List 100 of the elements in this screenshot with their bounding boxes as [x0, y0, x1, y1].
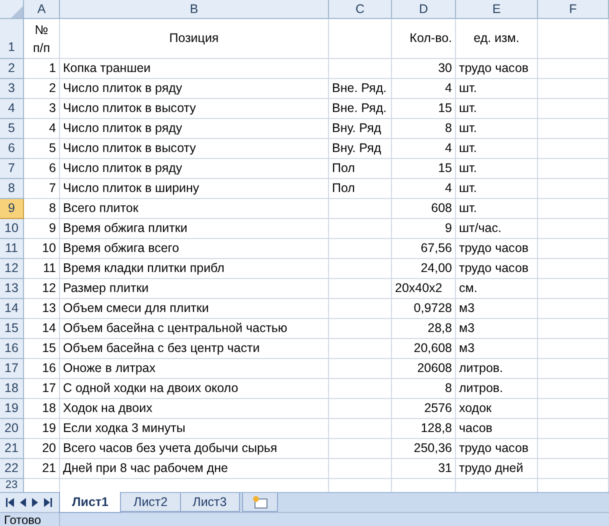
- table-cell-text: Вне. Ряд.: [332, 100, 387, 118]
- table-cell-text: трудо часов: [459, 260, 529, 278]
- table-cell-text: 12: [42, 280, 56, 298]
- table-cell: 31: [392, 459, 456, 479]
- column-header[interactable]: D: [392, 0, 456, 19]
- row-header[interactable]: 9: [0, 199, 24, 219]
- table-cell: 8: [392, 119, 456, 139]
- table-cell-text: Время обжига всего: [63, 240, 180, 258]
- next-sheet-icon[interactable]: [32, 498, 38, 507]
- table-cell-text: Число плиток в ширину: [63, 180, 200, 198]
- column-header[interactable]: B: [60, 0, 329, 19]
- column-heading: Позиция: [169, 30, 219, 48]
- table-cell: 250,36: [392, 439, 456, 459]
- row-header[interactable]: 14: [0, 299, 24, 319]
- table-cell: 4: [392, 179, 456, 199]
- row-header[interactable]: 15: [0, 319, 24, 339]
- table-cell: 15: [392, 159, 456, 179]
- sheet-tab[interactable]: Лист3: [180, 493, 240, 512]
- table-cell-text: литров.: [459, 360, 504, 378]
- first-sheet-icon[interactable]: [6, 498, 14, 507]
- table-cell-text: 6: [49, 160, 56, 178]
- column-header[interactable]: A: [24, 0, 60, 19]
- table-cell-text: 21: [42, 460, 56, 478]
- table-cell-text: 9: [49, 220, 56, 238]
- table-cell: 4: [392, 79, 456, 99]
- table-cell-text: 20: [42, 440, 56, 458]
- row-header[interactable]: 13: [0, 279, 24, 299]
- row-header[interactable]: 18: [0, 379, 24, 399]
- table-cell-text: литров.: [459, 380, 504, 398]
- column-heading: ед. изм.: [474, 30, 520, 48]
- table-cell: 28,8: [392, 319, 456, 339]
- table-cell-text: Объем басейна с без центр части: [63, 340, 260, 358]
- row-header[interactable]: 1: [0, 19, 24, 59]
- row-header[interactable]: 16: [0, 339, 24, 359]
- row-header[interactable]: 22: [0, 459, 24, 479]
- sheet-tab[interactable]: Лист2: [120, 493, 181, 512]
- table-cell-text: Объем смеси для плитки: [63, 300, 209, 318]
- table-cell-text: часов: [459, 420, 492, 438]
- table-cell: 20x40x2: [392, 279, 456, 299]
- table-cell-text: 19: [42, 420, 56, 438]
- row-header[interactable]: 11: [0, 239, 24, 259]
- row-header[interactable]: 2: [0, 59, 24, 79]
- table-cell-text: Число плиток в высоту: [63, 140, 196, 158]
- row-header[interactable]: 10: [0, 219, 24, 239]
- table-cell-text: трудо часов: [459, 440, 529, 458]
- table-cell: 8: [392, 379, 456, 399]
- row-header[interactable]: 7: [0, 159, 24, 179]
- new-sheet-icon: [252, 496, 268, 508]
- table-cell: 15: [392, 99, 456, 119]
- table-cell: 0,9728: [392, 299, 456, 319]
- table-cell-text: 2: [49, 80, 56, 98]
- table-cell-text: 18: [42, 400, 56, 418]
- table-cell-text: № п/п: [32, 22, 50, 56]
- table-cell-text: 1: [49, 60, 56, 78]
- table-cell-text: трудо часов: [459, 60, 529, 78]
- row-header[interactable]: 8: [0, 179, 24, 199]
- row-header[interactable]: 4: [0, 99, 24, 119]
- table-cell-text: ходок: [459, 400, 492, 418]
- table-cell: 608: [392, 199, 456, 219]
- row-header[interactable]: 23: [0, 479, 24, 492]
- table-cell-text: шт.: [459, 100, 477, 118]
- row-header[interactable]: 17: [0, 359, 24, 379]
- table-cell: 2576: [392, 399, 456, 419]
- table-cell-text: Если ходка 3 минуты: [63, 420, 186, 438]
- table-cell-text: Всего плиток: [63, 200, 138, 218]
- table-cell-text: 4: [49, 120, 56, 138]
- sheet-tab[interactable]: Лист1: [59, 492, 122, 513]
- row-header[interactable]: 19: [0, 399, 24, 419]
- table-cell: 30: [392, 59, 456, 79]
- table-cell-text: м3: [459, 340, 475, 358]
- insert-sheet-button[interactable]: [242, 493, 278, 512]
- table-cell-text: см.: [459, 280, 478, 298]
- table-cell-text: шт.: [459, 160, 477, 178]
- table-cell-text: Пол: [332, 160, 355, 178]
- previous-sheet-icon[interactable]: [20, 498, 26, 507]
- table-cell-text: 7: [49, 180, 56, 198]
- last-sheet-icon[interactable]: [44, 498, 52, 507]
- row-header[interactable]: 5: [0, 119, 24, 139]
- row-header[interactable]: 3: [0, 79, 24, 99]
- row-header[interactable]: 20: [0, 419, 24, 439]
- table-cell-text: Копка траншеи: [63, 60, 151, 78]
- table-cell-text: Число плиток в ряду: [63, 80, 182, 98]
- table-cell-text: С одной ходки на двоих около: [63, 380, 238, 398]
- row-header[interactable]: 12: [0, 259, 24, 279]
- table-cell-text: Число плиток в ряду: [63, 120, 182, 138]
- table-cell-text: Объем басейна с центральной частью: [63, 320, 288, 338]
- status-text: Готово: [0, 512, 60, 526]
- table-cell-text: шт.: [459, 140, 477, 158]
- table-cell: 128,8: [392, 419, 456, 439]
- row-header[interactable]: 6: [0, 139, 24, 159]
- table-cell-text: 17: [42, 380, 56, 398]
- table-cell-text: Число плиток в ряду: [63, 160, 182, 178]
- table-cell-text: 5: [49, 140, 56, 158]
- column-header[interactable]: F: [538, 0, 609, 19]
- column-header[interactable]: E: [456, 0, 538, 19]
- table-cell-text: Ходок на двоих: [63, 400, 152, 418]
- row-header[interactable]: 21: [0, 439, 24, 459]
- table-cell-text: шт.: [459, 200, 477, 218]
- column-header[interactable]: C: [329, 0, 392, 19]
- column-heading: Кол-во.: [410, 30, 452, 48]
